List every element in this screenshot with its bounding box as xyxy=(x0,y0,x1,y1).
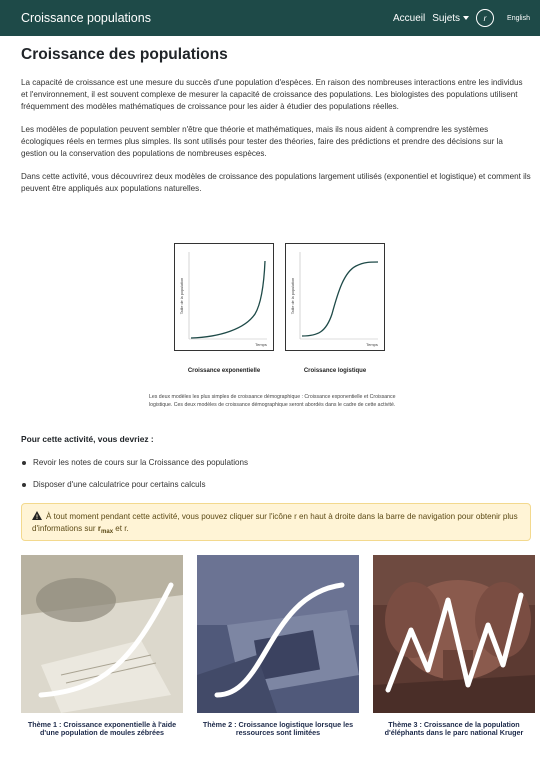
chevron-down-icon xyxy=(463,15,470,20)
theme-card-1[interactable] xyxy=(21,555,183,713)
exponential-caption: Croissance exponentielle xyxy=(187,368,261,374)
r-info-button[interactable]: r xyxy=(476,9,495,27)
nav-home-link[interactable]: Accueil xyxy=(393,13,425,24)
list-item: Disposer d'une calculatrice pour certain… xyxy=(21,480,248,489)
growth-figures: Taille de la population Temps Taille de … xyxy=(21,243,531,374)
info-alert: À tout moment pendant cette activité, vo… xyxy=(21,503,531,541)
theme-2-image xyxy=(197,555,359,713)
tasks-heading: Pour cette activité, vous devriez : xyxy=(21,434,154,444)
figure-caption: Les deux modèles les plus simples de cro… xyxy=(149,394,396,408)
theme-3-image xyxy=(373,555,535,713)
theme-3-title[interactable]: Thème 3 : Croissance de la population d'… xyxy=(373,720,535,737)
intro-paragraph-3: Dans cette activité, vous découvrirez de… xyxy=(21,172,531,193)
nav-topics-dropdown[interactable]: Sujets xyxy=(432,12,470,24)
theme-2-title[interactable]: Thème 2 : Croissance logistique lorsque … xyxy=(197,720,359,737)
nav-right: Accueil Sujets r English xyxy=(393,9,530,27)
log-y-label: Taille de la population xyxy=(291,278,295,315)
page-title: Croissance des populations xyxy=(21,46,228,63)
logistic-graph: Taille de la population Temps xyxy=(291,252,379,347)
exp-x-label: Temps xyxy=(255,342,267,347)
exponential-figure: Taille de la population Temps xyxy=(174,243,274,351)
intro-paragraph-1: La capacité de croissance est une mesure… xyxy=(21,78,523,111)
brand-link[interactable]: Croissance populations xyxy=(21,11,151,25)
logistic-figure: Taille de la population Temps xyxy=(285,243,385,351)
navbar: Croissance populations Accueil Sujets r … xyxy=(0,0,540,36)
logistic-caption: Croissance logistique xyxy=(303,368,367,374)
alert-r-max: rmax xyxy=(98,524,114,535)
exp-y-label: Taille de la population xyxy=(180,278,184,315)
theme-card-3[interactable] xyxy=(373,555,535,713)
exponential-curve xyxy=(190,260,266,339)
theme-card-2[interactable] xyxy=(197,555,359,713)
list-item: Revoir les notes de cours sur la Croissa… xyxy=(21,458,248,467)
theme-1-title[interactable]: Thème 1 : Croissance exponentielle à l'a… xyxy=(21,720,183,737)
main-content: Croissance des populations La capacité d… xyxy=(21,46,535,737)
log-x-label: Temps xyxy=(366,342,378,347)
alert-max: max xyxy=(101,529,114,535)
theme-1-image xyxy=(21,555,183,713)
nav-topics-label: Sujets xyxy=(432,12,461,24)
warning-icon xyxy=(32,511,42,524)
alert-text-end: et r. xyxy=(113,524,129,533)
exponential-graph: Taille de la population Temps xyxy=(180,252,267,347)
logistic-curve xyxy=(301,261,379,337)
tasks-list: Revoir les notes de cours sur la Croissa… xyxy=(21,458,248,502)
language-toggle[interactable]: English xyxy=(507,15,530,22)
intro-paragraph-2: Les modèles de population peuvent semble… xyxy=(21,125,503,158)
